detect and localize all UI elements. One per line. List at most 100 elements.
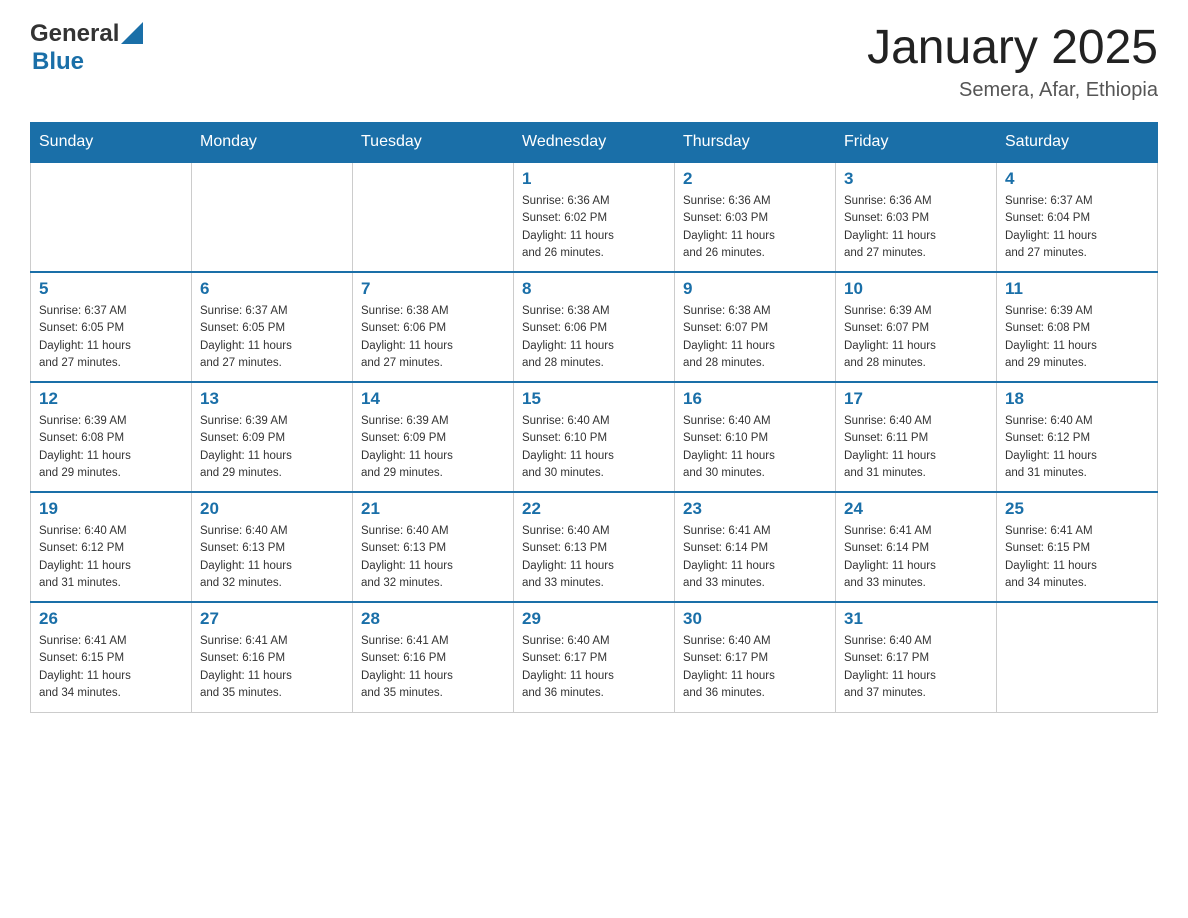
day-cell-15: 15Sunrise: 6:40 AM Sunset: 6:10 PM Dayli… <box>514 382 675 492</box>
day-cell-17: 17 Sunrise: 6:40 AM Sunset: 6:11 PM Dayli… <box>836 382 997 492</box>
day-number: 7 <box>361 279 505 299</box>
day-cell-30: 30 Sunrise: 6:40 AM Sunset: 6:17 PM Dayli… <box>675 602 836 712</box>
empty-cell <box>192 162 353 272</box>
day-info: Sunrise: 6:38 AM Sunset: 6:06 PM Dayligh… <box>361 303 505 372</box>
location-subtitle: Semera, Afar, Ethiopia <box>867 79 1158 102</box>
logo-general-text: General <box>30 20 119 48</box>
month-title: January 2025 <box>867 20 1158 75</box>
week-row-5: 26 Sunrise: 6:41 AM Sunset: 6:15 PM Dayli… <box>31 602 1158 712</box>
day-cell-19: 19Sunrise: 6:40 AM Sunset: 6:12 PM Dayli… <box>31 492 192 602</box>
day-number: 5 <box>39 279 183 299</box>
day-number: 20 <box>200 499 344 519</box>
day-cell-13: 13 Sunrise: 6:39 AM Sunset: 6:09 PM Dayli… <box>192 382 353 492</box>
day-info: Sunrise: 6:40 AM Sunset: 6:10 PM Dayligh… <box>522 413 666 482</box>
day-info: Sunrise: 6:37 AM Sunset: 6:05 PM Dayligh… <box>39 303 183 372</box>
empty-cell <box>997 602 1158 712</box>
day-number: 4 <box>1005 169 1149 189</box>
column-header-monday: Monday <box>192 123 353 163</box>
day-info: Sunrise: 6:39 AM Sunset: 6:09 PM Dayligh… <box>200 413 344 482</box>
week-row-2: 5 Sunrise: 6:37 AM Sunset: 6:05 PM Daylig… <box>31 272 1158 382</box>
day-info: Sunrise: 6:40 AM Sunset: 6:12 PM Dayligh… <box>1005 413 1149 482</box>
day-number: 8 <box>522 279 666 299</box>
day-info: Sunrise: 6:40 AM Sunset: 6:17 PM Dayligh… <box>683 633 827 702</box>
day-info: Sunrise: 6:37 AM Sunset: 6:05 PM Dayligh… <box>200 303 344 372</box>
day-number: 23 <box>683 499 827 519</box>
day-cell-4: 4 Sunrise: 6:37 AM Sunset: 6:04 PM Daylig… <box>997 162 1158 272</box>
day-cell-27: 27 Sunrise: 6:41 AM Sunset: 6:16 PM Dayli… <box>192 602 353 712</box>
day-info: Sunrise: 6:39 AM Sunset: 6:08 PM Dayligh… <box>1005 303 1149 372</box>
day-cell-2: 2 Sunrise: 6:36 AM Sunset: 6:03 PM Daylig… <box>675 162 836 272</box>
week-row-3: 12 Sunrise: 6:39 AM Sunset: 6:08 PM Dayli… <box>31 382 1158 492</box>
day-number: 11 <box>1005 279 1149 299</box>
day-cell-3: 3Sunrise: 6:36 AM Sunset: 6:03 PM Daylig… <box>836 162 997 272</box>
day-cell-31: 31Sunrise: 6:40 AM Sunset: 6:17 PM Dayli… <box>836 602 997 712</box>
day-info: Sunrise: 6:40 AM Sunset: 6:13 PM Dayligh… <box>361 523 505 592</box>
column-header-thursday: Thursday <box>675 123 836 163</box>
day-info: Sunrise: 6:36 AM Sunset: 6:03 PM Dayligh… <box>844 193 988 262</box>
day-cell-23: 23Sunrise: 6:41 AM Sunset: 6:14 PM Dayli… <box>675 492 836 602</box>
day-info: Sunrise: 6:39 AM Sunset: 6:07 PM Dayligh… <box>844 303 988 372</box>
day-number: 12 <box>39 389 183 409</box>
day-info: Sunrise: 6:40 AM Sunset: 6:13 PM Dayligh… <box>522 523 666 592</box>
day-info: Sunrise: 6:40 AM Sunset: 6:10 PM Dayligh… <box>683 413 827 482</box>
day-cell-22: 22Sunrise: 6:40 AM Sunset: 6:13 PM Dayli… <box>514 492 675 602</box>
day-cell-18: 18 Sunrise: 6:40 AM Sunset: 6:12 PM Dayli… <box>997 382 1158 492</box>
day-info: Sunrise: 6:40 AM Sunset: 6:13 PM Dayligh… <box>200 523 344 592</box>
day-cell-1: 1 Sunrise: 6:36 AM Sunset: 6:02 PM Daylig… <box>514 162 675 272</box>
day-number: 26 <box>39 609 183 629</box>
title-block: January 2025 Semera, Afar, Ethiopia <box>867 20 1158 102</box>
day-number: 9 <box>683 279 827 299</box>
empty-cell <box>31 162 192 272</box>
day-cell-29: 29Sunrise: 6:40 AM Sunset: 6:17 PM Dayli… <box>514 602 675 712</box>
day-cell-26: 26 Sunrise: 6:41 AM Sunset: 6:15 PM Dayli… <box>31 602 192 712</box>
day-number: 29 <box>522 609 666 629</box>
column-header-tuesday: Tuesday <box>353 123 514 163</box>
day-info: Sunrise: 6:37 AM Sunset: 6:04 PM Dayligh… <box>1005 193 1149 262</box>
day-number: 30 <box>683 609 827 629</box>
day-info: Sunrise: 6:41 AM Sunset: 6:16 PM Dayligh… <box>200 633 344 702</box>
week-row-4: 19Sunrise: 6:40 AM Sunset: 6:12 PM Dayli… <box>31 492 1158 602</box>
page-header: General Blue January 2025 Semera, Afar, … <box>30 20 1158 102</box>
day-number: 10 <box>844 279 988 299</box>
day-number: 27 <box>200 609 344 629</box>
day-info: Sunrise: 6:38 AM Sunset: 6:06 PM Dayligh… <box>522 303 666 372</box>
column-header-saturday: Saturday <box>997 123 1158 163</box>
column-header-wednesday: Wednesday <box>514 123 675 163</box>
logo-blue-text: Blue <box>32 48 84 75</box>
day-cell-14: 14Sunrise: 6:39 AM Sunset: 6:09 PM Dayli… <box>353 382 514 492</box>
day-number: 28 <box>361 609 505 629</box>
day-info: Sunrise: 6:36 AM Sunset: 6:02 PM Dayligh… <box>522 193 666 262</box>
day-info: Sunrise: 6:40 AM Sunset: 6:11 PM Dayligh… <box>844 413 988 482</box>
day-info: Sunrise: 6:41 AM Sunset: 6:15 PM Dayligh… <box>1005 523 1149 592</box>
day-cell-16: 16 Sunrise: 6:40 AM Sunset: 6:10 PM Dayli… <box>675 382 836 492</box>
day-number: 1 <box>522 169 666 189</box>
column-header-sunday: Sunday <box>31 123 192 163</box>
day-number: 6 <box>200 279 344 299</box>
day-cell-28: 28 Sunrise: 6:41 AM Sunset: 6:16 PM Dayli… <box>353 602 514 712</box>
day-info: Sunrise: 6:39 AM Sunset: 6:08 PM Dayligh… <box>39 413 183 482</box>
day-number: 18 <box>1005 389 1149 409</box>
column-header-friday: Friday <box>836 123 997 163</box>
empty-cell <box>353 162 514 272</box>
day-cell-6: 6 Sunrise: 6:37 AM Sunset: 6:05 PM Daylig… <box>192 272 353 382</box>
day-cell-20: 20 Sunrise: 6:40 AM Sunset: 6:13 PM Dayli… <box>192 492 353 602</box>
day-number: 31 <box>844 609 988 629</box>
logo: General Blue <box>30 20 143 76</box>
day-info: Sunrise: 6:40 AM Sunset: 6:12 PM Dayligh… <box>39 523 183 592</box>
week-row-1: 1 Sunrise: 6:36 AM Sunset: 6:02 PM Daylig… <box>31 162 1158 272</box>
day-info: Sunrise: 6:41 AM Sunset: 6:15 PM Dayligh… <box>39 633 183 702</box>
day-number: 2 <box>683 169 827 189</box>
day-number: 17 <box>844 389 988 409</box>
day-number: 24 <box>844 499 988 519</box>
day-info: Sunrise: 6:41 AM Sunset: 6:16 PM Dayligh… <box>361 633 505 702</box>
day-info: Sunrise: 6:36 AM Sunset: 6:03 PM Dayligh… <box>683 193 827 262</box>
day-info: Sunrise: 6:41 AM Sunset: 6:14 PM Dayligh… <box>844 523 988 592</box>
day-number: 14 <box>361 389 505 409</box>
day-cell-5: 5 Sunrise: 6:37 AM Sunset: 6:05 PM Daylig… <box>31 272 192 382</box>
day-number: 13 <box>200 389 344 409</box>
day-cell-21: 21Sunrise: 6:40 AM Sunset: 6:13 PM Dayli… <box>353 492 514 602</box>
day-cell-24: 24 Sunrise: 6:41 AM Sunset: 6:14 PM Dayli… <box>836 492 997 602</box>
day-number: 16 <box>683 389 827 409</box>
day-number: 25 <box>1005 499 1149 519</box>
calendar-header-row: SundayMondayTuesdayWednesdayThursdayFrid… <box>31 123 1158 163</box>
